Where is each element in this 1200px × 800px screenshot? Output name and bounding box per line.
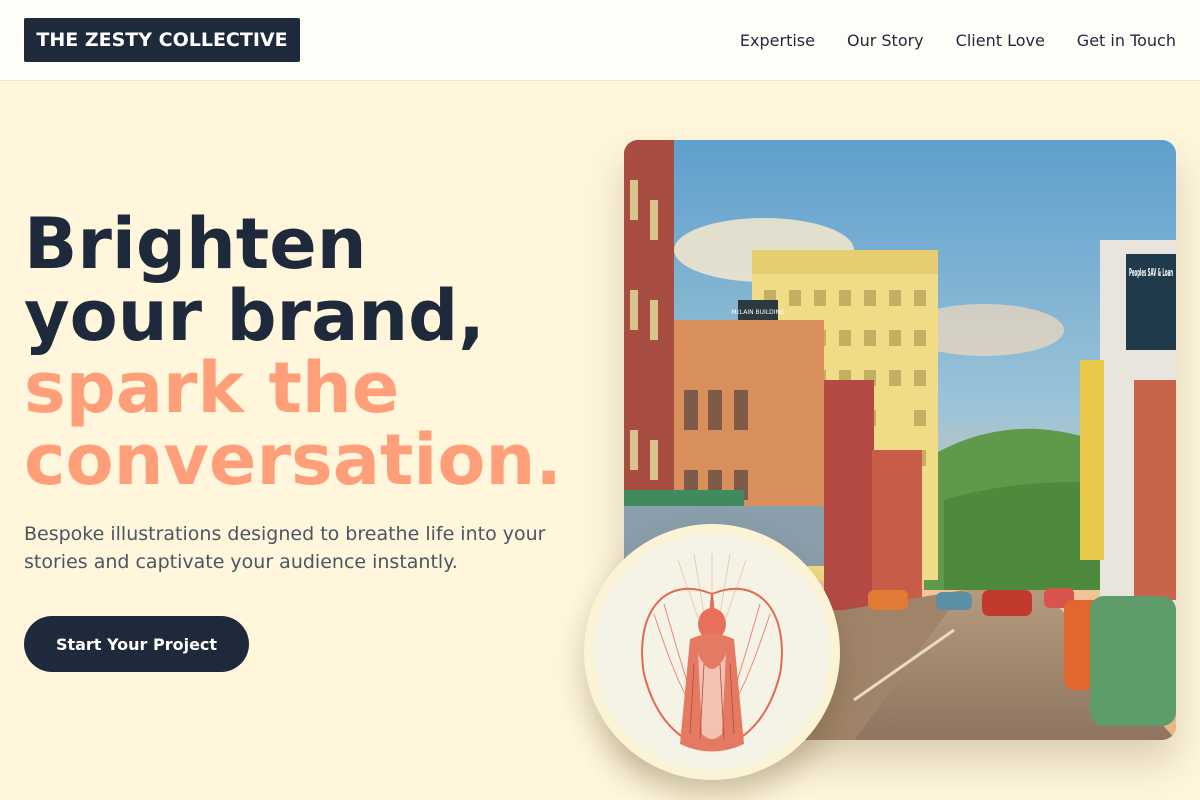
nav-link-expertise[interactable]: Expertise (740, 31, 815, 50)
headline-line-3: spark the (24, 347, 400, 429)
hero-headline: Brighten your brand, spark the conversat… (24, 208, 604, 496)
angel-illustration (594, 534, 830, 770)
hero-subtitle: Bespoke illustrations designed to breath… (24, 523, 546, 573)
headline-line-2: your brand, (24, 275, 485, 357)
brand-logo[interactable]: THE ZESTY COLLECTIVE (24, 18, 300, 62)
angel-engraving-medallion (584, 524, 840, 780)
bank-sign-text: Peoples SAV & Loan (1129, 266, 1173, 279)
nav-link-our-story[interactable]: Our Story (847, 31, 924, 50)
start-project-button[interactable]: Start Your Project (24, 616, 249, 672)
headline-line-1: Brighten (24, 203, 367, 285)
main-nav: Expertise Our Story Client Love Get in T… (740, 0, 1176, 80)
headline-line-4: conversation. (24, 419, 562, 501)
building-sign-text: McLAIN BUILDING (731, 309, 785, 316)
nav-link-client-love[interactable]: Client Love (956, 31, 1045, 50)
angel-engraving-image (594, 534, 830, 770)
nav-link-get-in-touch[interactable]: Get in Touch (1077, 31, 1176, 50)
site-header: THE ZESTY COLLECTIVE Expertise Our Story… (0, 0, 1200, 81)
